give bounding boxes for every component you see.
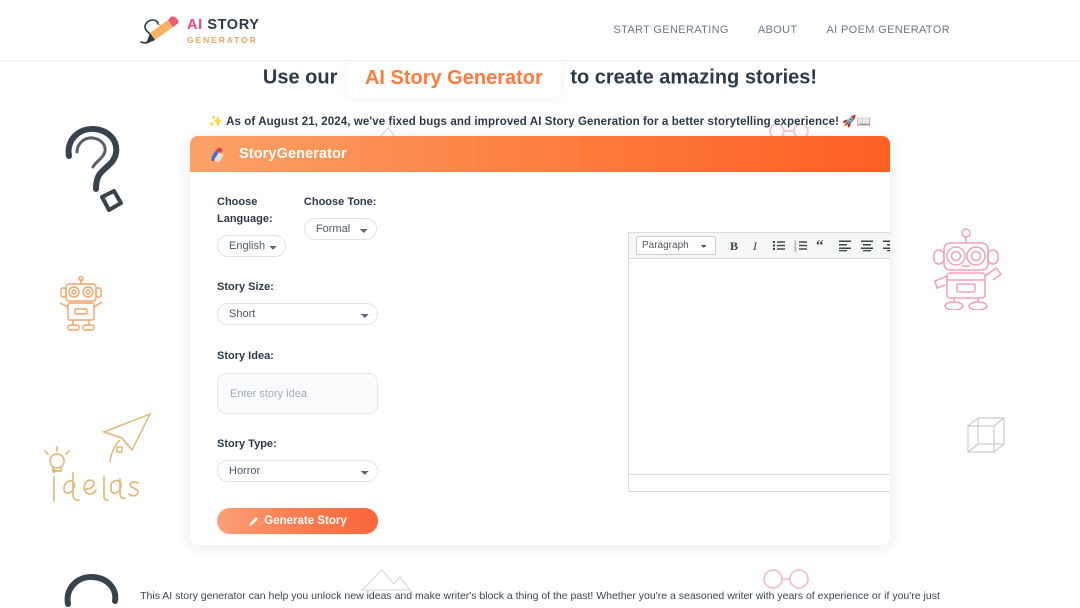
logo-generator-text: GENERATOR (187, 35, 258, 45)
page-root: AI STORY GENERATOR START GENERATING ABOU… (0, 0, 1080, 608)
announcement-text: As of August 21, 2024, we've fixed bugs … (226, 116, 840, 128)
story-type-field: Story Type: Horror (217, 436, 400, 482)
logo-ai-text: AI (187, 16, 203, 33)
bulleted-list-icon[interactable] (768, 235, 789, 256)
question-mark-doodle (65, 125, 123, 212)
svg-text:“: “ (816, 239, 824, 252)
story-size-label: Story Size: (217, 281, 274, 293)
pink-robot-doodle (933, 228, 1003, 310)
numbered-list-icon[interactable]: 1 2 3 (790, 235, 811, 256)
logo-story-text: STORY (207, 16, 260, 33)
story-generator-card: StoryGenerator Choose Language: English … (190, 136, 890, 545)
pencil-doodle-icon (140, 16, 179, 44)
writing-hand-icon (210, 146, 224, 162)
wireframe-cube-doodle (967, 417, 1005, 453)
logo[interactable]: AI STORY GENERATOR (136, 13, 260, 47)
rocket-book-icon: 🚀📖 (842, 116, 872, 128)
page-title: Use our AI Story Generator to create ama… (0, 58, 1080, 98)
hero-title-highlight: AI Story Generator (346, 58, 561, 98)
editor-toolbar: Paragraph B I 1 2 3 “ (628, 232, 890, 259)
card-title: StoryGenerator (239, 146, 347, 162)
hero-title-after: to create amazing stories! (570, 66, 818, 89)
language-tone-row: Choose Language: English Choose Tone: Fo… (217, 194, 400, 257)
align-right-icon[interactable] (878, 235, 890, 256)
hero-section: Use our AI Story Generator to create ama… (0, 58, 1080, 128)
orange-robot-doodle (59, 276, 103, 331)
nav-about[interactable]: ABOUT (758, 24, 798, 36)
main-navigation: START GENERATING ABOUT AI POEM GENERATOR (613, 24, 950, 36)
nav-ai-poem-generator[interactable]: AI POEM GENERATOR (826, 24, 950, 36)
sparkle-icon: ✨ (208, 116, 224, 128)
editor-column: Visual Text Paragraph B I (400, 172, 890, 545)
tone-field: Choose Tone: Formal (303, 194, 400, 257)
editor-content-area[interactable] (628, 259, 890, 475)
editor-status-bar (628, 475, 890, 492)
pencil-icon (249, 516, 259, 526)
ideas-doodle (44, 446, 139, 502)
italic-icon[interactable]: I (746, 235, 767, 256)
align-left-icon[interactable] (834, 235, 855, 256)
story-idea-label: Story Idea: (217, 350, 274, 362)
svg-text:I: I (752, 239, 758, 252)
language-label: Choose Language: (217, 196, 273, 225)
card-body: Choose Language: English Choose Tone: Fo… (190, 172, 890, 545)
generate-story-label: Generate Story (264, 515, 347, 527)
story-idea-input[interactable] (217, 373, 378, 414)
language-field: Choose Language: English (217, 194, 304, 257)
intro-paragraph: This AI story generator can help you unl… (140, 590, 940, 602)
story-size-select[interactable]: Short (217, 303, 378, 325)
blockquote-icon[interactable]: “ (812, 235, 833, 256)
logo-text: AI STORY GENERATOR (187, 16, 260, 45)
paper-plane-doodle (101, 412, 152, 463)
paragraph-format-select[interactable]: Paragraph (636, 236, 716, 255)
bold-icon[interactable]: B (724, 235, 745, 256)
card-header: StoryGenerator (190, 136, 890, 172)
generate-story-button[interactable]: Generate Story (217, 508, 378, 534)
tone-label: Choose Tone: (303, 196, 377, 208)
language-select[interactable]: English (217, 235, 286, 257)
story-type-label: Story Type: (217, 438, 277, 450)
nav-start-generating[interactable]: START GENERATING (613, 24, 728, 36)
announcement-banner: ✨ As of August 21, 2024, we've fixed bug… (0, 114, 1080, 128)
story-size-field: Story Size: Short (217, 279, 400, 325)
hero-title-before: Use our (262, 66, 338, 89)
story-idea-field: Story Idea: (217, 348, 400, 414)
story-type-select[interactable]: Horror (217, 460, 378, 482)
tone-select[interactable]: Formal (303, 218, 377, 240)
svg-text:3: 3 (794, 248, 797, 253)
site-header: AI STORY GENERATOR START GENERATING ABOU… (0, 0, 1080, 61)
align-center-icon[interactable] (856, 235, 877, 256)
svg-text:B: B (730, 239, 738, 252)
story-editor: Visual Text Paragraph B I (628, 232, 890, 492)
generator-form: Choose Language: English Choose Tone: Fo… (190, 172, 400, 545)
